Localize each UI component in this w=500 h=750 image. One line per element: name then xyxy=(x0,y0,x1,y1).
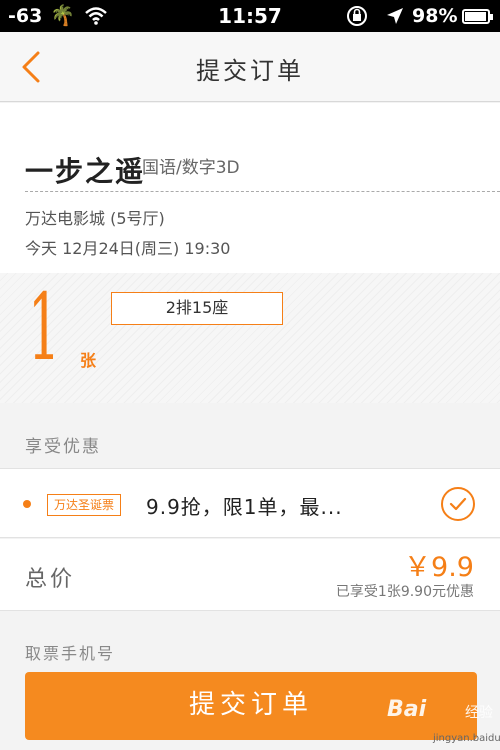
watermark-brand: Bai xyxy=(387,697,427,722)
checkmark-circle-icon[interactable] xyxy=(440,486,476,522)
battery-percent: 98% xyxy=(412,5,458,27)
total-price: ￥9.9 xyxy=(404,552,474,583)
phone-label: 取票手机号 xyxy=(25,644,116,663)
discount-option[interactable]: 万达圣诞票 9.9抢，限1单，最... xyxy=(0,468,500,538)
battery-icon xyxy=(462,9,493,24)
discount-section-label: 享受优惠 xyxy=(25,437,101,457)
ticket-unit: 张 xyxy=(80,351,97,370)
movie-title: 一步之遥 xyxy=(25,155,146,188)
movie-card: 一步之遥 国语/数字3D 万达电影城 (5号厅) 今天 12月24日(周三) 1… xyxy=(0,103,500,403)
promo-badge: 万达圣诞票 xyxy=(47,494,122,516)
discount-description: 9.9抢，限1单，最... xyxy=(146,495,343,519)
dashed-divider xyxy=(25,191,500,192)
cinema-name: 万达电影城 (5号厅) xyxy=(25,209,165,228)
total-row: 总价 ￥9.9 已享受1张9.90元优惠 xyxy=(0,539,500,611)
navigation-bar: 提交订单 xyxy=(0,32,500,102)
page-title: 提交订单 xyxy=(196,57,304,85)
seat-tag: 2排15座 xyxy=(111,292,283,325)
ticket-area: 1 张 2排15座 xyxy=(0,273,500,403)
watermark-url: jingyan.baidu.com xyxy=(433,733,500,744)
baidu-jingyan-watermark: Bai 经验 jingyan.baidu.com xyxy=(385,697,500,747)
discount-applied-text: 已享受1张9.90元优惠 xyxy=(335,584,474,600)
status-bar: -63 🌴 11:57 98% xyxy=(0,0,500,32)
rotation-lock-icon xyxy=(345,5,369,31)
ticket-count: 1 xyxy=(28,274,61,381)
bullet-dot xyxy=(23,500,31,508)
total-label: 总价 xyxy=(25,567,76,592)
movie-format: 国语/数字3D xyxy=(142,158,240,178)
location-arrow-icon xyxy=(385,6,405,30)
showtime: 今天 12月24日(周三) 19:30 xyxy=(25,239,231,258)
watermark-brand-suffix: 经验 xyxy=(465,705,493,721)
